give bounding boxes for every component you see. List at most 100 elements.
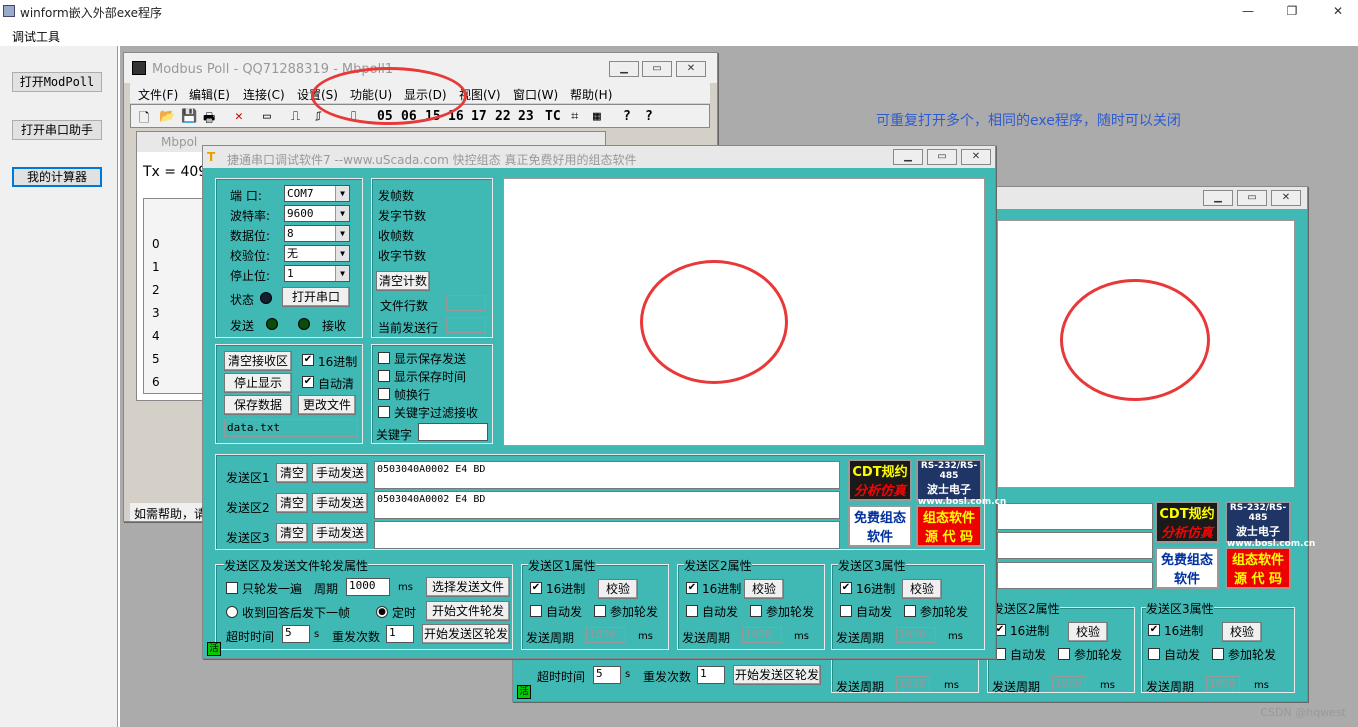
timeout-input[interactable]: 5 — [282, 625, 310, 643]
open-folder-icon[interactable]: 📂 — [159, 109, 175, 124]
parity-select[interactable]: 无 ▼ — [284, 245, 350, 262]
serial-window-front[interactable]: T 捷通串口调试软件7 --www.uScada.com 快控组态 真正免费好用… — [202, 145, 1006, 659]
back-start-area-poll-button[interactable]: 开始发送区轮发 — [733, 665, 821, 685]
area2-hex-checkbox[interactable]: ✔ — [686, 582, 698, 594]
ad-bosl-back[interactable]: RS-232/RS-485 波士电子 www.bosl.com.cn — [1225, 501, 1315, 549]
code-17[interactable]: 17 — [471, 109, 487, 124]
back-area3-check-button[interactable]: 校验 — [1222, 622, 1262, 642]
timed-radio[interactable]: ● — [376, 606, 388, 618]
save-icon[interactable]: 💾 — [181, 109, 197, 124]
area3-hex-checkbox[interactable]: ✔ — [840, 582, 852, 594]
modbus-menu-file[interactable]: 文件(F) — [138, 86, 178, 103]
open-serial-helper-button[interactable]: 打开串口助手 — [12, 120, 102, 140]
ad-bosl[interactable]: RS-232/RS-485 波士电子 www.bosl.com.cn — [916, 459, 1006, 507]
poll-period-input[interactable]: 1000 — [346, 578, 390, 596]
send-area-1-manual-button[interactable]: 手动发送 — [312, 463, 368, 483]
context-help-icon[interactable]: ? — [645, 109, 653, 124]
poll-once-checkbox[interactable] — [226, 582, 238, 594]
serial-back-maximize-icon[interactable]: ▭ — [1237, 190, 1267, 206]
connect-icon[interactable]: ⎍ — [291, 109, 300, 124]
modbus-menu-connect[interactable]: 连接(C) — [243, 86, 285, 103]
area2-auto-checkbox[interactable] — [686, 605, 698, 617]
ad-cdt[interactable]: CDT规约 分析仿真 — [848, 459, 912, 501]
send-area-3-text[interactable] — [374, 521, 840, 549]
minimize-icon[interactable]: — — [1234, 2, 1262, 20]
back-area2-period-input[interactable]: 1000 — [1052, 676, 1086, 692]
area3-join-checkbox[interactable] — [904, 605, 916, 617]
serial-back-send-area-3[interactable] — [997, 562, 1153, 589]
back-retry-input[interactable]: 1 — [697, 666, 725, 684]
clear-count-button[interactable]: 清空计数 — [376, 271, 430, 291]
window-icon[interactable]: ▭ — [263, 109, 271, 124]
area3-auto-checkbox[interactable] — [840, 605, 852, 617]
modbus-close-icon[interactable]: ✕ — [676, 61, 706, 77]
send-area-2-clear-button[interactable]: 清空 — [276, 493, 308, 513]
keyword-input[interactable] — [418, 423, 488, 441]
ad-src[interactable]: 组态软件源 代 码 — [916, 505, 982, 547]
serial-close-icon[interactable]: ✕ — [961, 149, 991, 165]
back-area2-check-button[interactable]: 校验 — [1068, 622, 1108, 642]
serial-back-send-area-1[interactable] — [997, 503, 1153, 530]
send-area-1-clear-button[interactable]: 清空 — [276, 463, 308, 483]
save-data-button[interactable]: 保存数据 — [224, 395, 292, 415]
back-timeout-input[interactable]: 5 — [593, 666, 621, 684]
port-select[interactable]: COM7 ▼ — [284, 185, 350, 202]
back-area3-join-checkbox[interactable] — [1212, 648, 1224, 660]
send-area-3-manual-button[interactable]: 手动发送 — [312, 523, 368, 543]
ad-src-back[interactable]: 组态软件源 代 码 — [1225, 547, 1291, 589]
area2-check-button[interactable]: 校验 — [744, 579, 784, 599]
code-23[interactable]: 23 — [518, 109, 534, 124]
help-icon[interactable]: ? — [623, 109, 631, 124]
area3-period-input[interactable]: 1000 — [896, 627, 936, 643]
send-area-2-manual-button[interactable]: 手动发送 — [312, 493, 368, 513]
show-save-time-checkbox[interactable] — [378, 370, 390, 382]
serial-maximize-icon[interactable]: ▭ — [927, 149, 957, 165]
back-area3-period-input[interactable]: 1000 — [1206, 676, 1240, 692]
new-file-icon[interactable]: 🗋 — [139, 109, 149, 131]
back-area3-auto-checkbox[interactable] — [1148, 648, 1160, 660]
hex-display-checkbox[interactable]: ✔ — [302, 354, 314, 366]
area1-check-button[interactable]: 校验 — [598, 579, 638, 599]
show-save-send-checkbox[interactable] — [378, 352, 390, 364]
serial-back-minimize-icon[interactable]: ▁ — [1203, 190, 1233, 206]
frame-newline-checkbox[interactable] — [378, 388, 390, 400]
modbus-minimize-icon[interactable]: ▁ — [609, 61, 639, 77]
back-area1-period-input[interactable]: 1000 — [896, 676, 930, 692]
serial-minimize-icon[interactable]: ▁ — [893, 149, 923, 165]
area1-auto-checkbox[interactable] — [530, 605, 542, 617]
retry-input[interactable]: 1 — [386, 625, 414, 643]
send-area-2-text[interactable]: 0503040A0002 E4 BD — [374, 491, 840, 519]
after-reply-radio[interactable] — [226, 606, 238, 618]
modbus-maximize-icon[interactable]: ▭ — [642, 61, 672, 77]
open-modpoll-button[interactable]: 打开ModPoll — [12, 72, 102, 92]
ad-free-back[interactable]: 免费组态 软件 — [1155, 547, 1219, 589]
serial-back-send-area-2[interactable] — [997, 532, 1153, 559]
serial-back-close-icon[interactable]: ✕ — [1271, 190, 1301, 206]
monitor-icon[interactable]: ▦ — [593, 109, 601, 124]
back-area2-join-checkbox[interactable] — [1058, 648, 1070, 660]
open-port-button[interactable]: 打开串口 — [282, 287, 350, 307]
stopbits-dropdown-icon[interactable]: ▼ — [335, 266, 349, 281]
baud-dropdown-icon[interactable]: ▼ — [335, 206, 349, 221]
area2-period-input[interactable]: 1000 — [742, 627, 782, 643]
code-22[interactable]: 22 — [495, 109, 511, 124]
port-dropdown-icon[interactable]: ▼ — [335, 186, 349, 201]
chart-icon[interactable]: ⌗ — [571, 109, 578, 124]
menu-debug-tools[interactable]: 调试工具 — [12, 28, 60, 45]
databits-dropdown-icon[interactable]: ▼ — [335, 226, 349, 241]
area2-join-checkbox[interactable] — [750, 605, 762, 617]
stop-display-button[interactable]: 停止显示 — [224, 373, 292, 393]
modbus-menu-help[interactable]: 帮助(H) — [570, 86, 612, 103]
disconnect-icon[interactable]: ⎎ — [315, 109, 322, 124]
keyword-filter-checkbox[interactable] — [378, 406, 390, 418]
area3-check-button[interactable]: 校验 — [902, 579, 942, 599]
back-area3-hex-checkbox[interactable]: ✔ — [1148, 624, 1160, 636]
send-area-1-text[interactable]: 0503040A0002 E4 BD — [374, 461, 840, 489]
parity-dropdown-icon[interactable]: ▼ — [335, 246, 349, 261]
area1-period-input[interactable]: 1000 — [586, 627, 626, 643]
maximize-icon[interactable]: ❐ — [1278, 2, 1306, 20]
filename-field[interactable]: data.txt — [224, 419, 358, 437]
databits-select[interactable]: 8 ▼ — [284, 225, 350, 242]
modbus-menu-window[interactable]: 窗口(W) — [513, 86, 558, 103]
code-tc[interactable]: TC — [545, 109, 561, 124]
